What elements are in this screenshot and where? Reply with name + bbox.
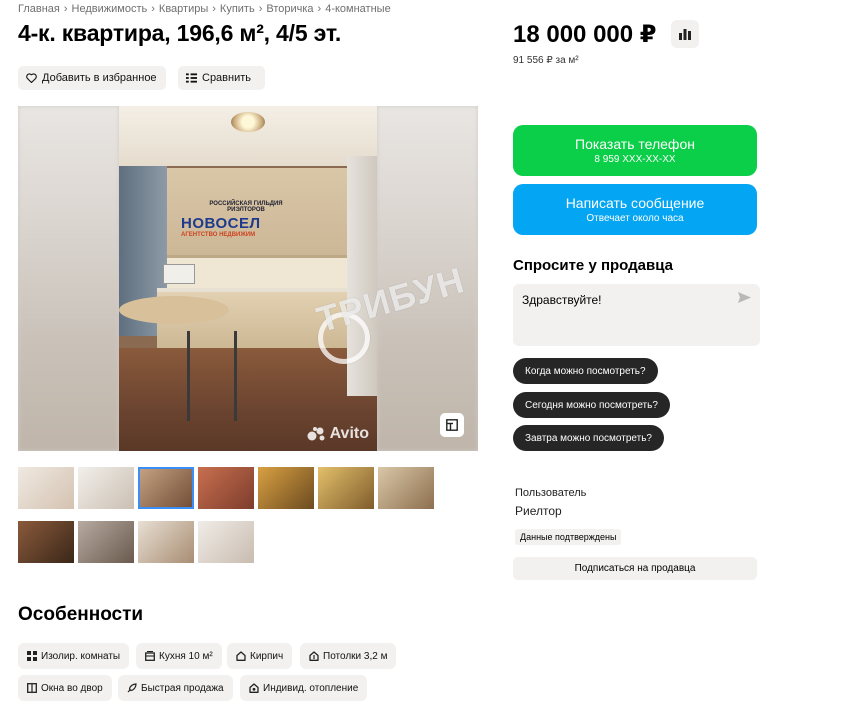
feature-chip: Кирпич: [227, 643, 293, 669]
rocket-icon: [127, 683, 137, 693]
breadcrumb-home[interactable]: Главная: [18, 3, 60, 15]
subscribe-seller-button[interactable]: Подписаться на продавца: [513, 557, 757, 580]
thumbnail[interactable]: [198, 467, 254, 509]
thumbnail[interactable]: [258, 467, 314, 509]
bar-chart-icon: [679, 29, 691, 40]
feature-chip: Индивид. отопление: [240, 675, 368, 701]
thumbnail[interactable]: [378, 467, 434, 509]
rooms-icon: [27, 651, 37, 661]
show-phone-button[interactable]: Показать телефон 8 959 XXX-XX-XX: [513, 125, 757, 176]
thumbnail-active[interactable]: [138, 467, 194, 509]
feature-chip: Изолир. комнаты: [18, 643, 130, 669]
thumbnail[interactable]: [18, 521, 74, 563]
photo-wall: [167, 258, 367, 288]
feature-chip: Окна во двор: [18, 675, 112, 701]
seller-type: Пользователь: [515, 487, 587, 499]
floor-plan-icon: [446, 419, 458, 431]
breadcrumb-separator: ›: [63, 3, 68, 15]
kitchen-icon: [145, 651, 155, 661]
price: 18 000 000 ₽: [513, 21, 657, 48]
heating-icon: [249, 683, 259, 693]
feature-chip: Быстрая продажа: [118, 675, 233, 701]
agency-logo: РОССИЙСКАЯ ГИЛЬДИЯ РИЭЛТОРОВ НОВОСЕЛ АГЕ…: [181, 201, 283, 238]
breadcrumb-buy[interactable]: Купить: [220, 3, 255, 15]
kitchen-photo: РОССИЙСКАЯ ГИЛЬДИЯ РИЭЛТОРОВ НОВОСЕЛ АГЕ…: [119, 106, 377, 451]
avito-dots-icon: [307, 427, 325, 441]
photo-lamp: [231, 112, 265, 132]
quick-question-chip[interactable]: Завтра можно посмотреть?: [513, 425, 664, 451]
photo-table: [119, 296, 229, 324]
breadcrumb-separator: ›: [317, 3, 322, 15]
breadcrumb-realty[interactable]: Недвижимость: [72, 3, 148, 15]
quick-question-chip[interactable]: Сегодня можно посмотреть?: [513, 392, 670, 418]
favorites-label: Добавить в избранное: [42, 72, 157, 84]
breadcrumb-4-rooms[interactable]: 4-комнатные: [325, 3, 390, 15]
write-message-button[interactable]: Написать сообщение Отвечает около часа: [513, 184, 757, 235]
add-to-favorites-button[interactable]: Добавить в избранное: [18, 66, 166, 90]
compare-label: Сравнить: [202, 72, 252, 84]
ask-seller-title: Спросите у продавца: [513, 257, 673, 274]
floor-plan-button[interactable]: [440, 413, 464, 437]
breadcrumb-separator: ›: [212, 3, 216, 15]
breadcrumb-separator: ›: [151, 3, 155, 15]
seller-name[interactable]: Риелтор: [515, 504, 562, 518]
window-icon: [27, 683, 37, 693]
ask-seller-input[interactable]: Здравствуйте!: [513, 284, 760, 346]
page-title: 4-к. квартира, 196,6 м², 4/5 эт.: [18, 20, 342, 46]
photo-chair: [187, 331, 237, 421]
thumbnail[interactable]: [318, 467, 374, 509]
avito-watermark: Avito: [307, 425, 369, 443]
verified-badge: Данные подтверждены: [515, 529, 622, 545]
feature-chip: Кухня 10 м²: [136, 643, 222, 669]
thumbnail[interactable]: [198, 521, 254, 563]
quick-question-chip[interactable]: Когда можно посмотреть?: [513, 358, 658, 384]
thumbnail[interactable]: [18, 467, 74, 509]
compare-button[interactable]: Сравнить: [178, 66, 265, 90]
thumbnail[interactable]: [78, 521, 134, 563]
breadcrumb-apartments[interactable]: Квартиры: [159, 3, 208, 15]
house-icon: [236, 651, 246, 661]
breadcrumb: Главная › Недвижимость › Квартиры › Купить › Вто…: [18, 3, 391, 15]
compare-icon: [186, 73, 197, 83]
feature-chip: Потолки 3,2 м: [300, 643, 397, 669]
breadcrumb-separator: ›: [258, 3, 263, 15]
send-icon[interactable]: [738, 292, 751, 303]
price-per-m2: 91 556 ₽ за м²: [513, 55, 579, 66]
photo-blur-left: [18, 106, 119, 451]
breadcrumb-secondary[interactable]: Вторичка: [266, 3, 313, 15]
price-history-button[interactable]: [671, 20, 699, 48]
ceiling-icon: [309, 651, 319, 661]
heart-icon: [26, 73, 37, 83]
thumbnail[interactable]: [138, 521, 194, 563]
features-title: Особенности: [18, 604, 144, 625]
photo-microwave: [163, 264, 195, 284]
thumbnail[interactable]: [78, 467, 134, 509]
